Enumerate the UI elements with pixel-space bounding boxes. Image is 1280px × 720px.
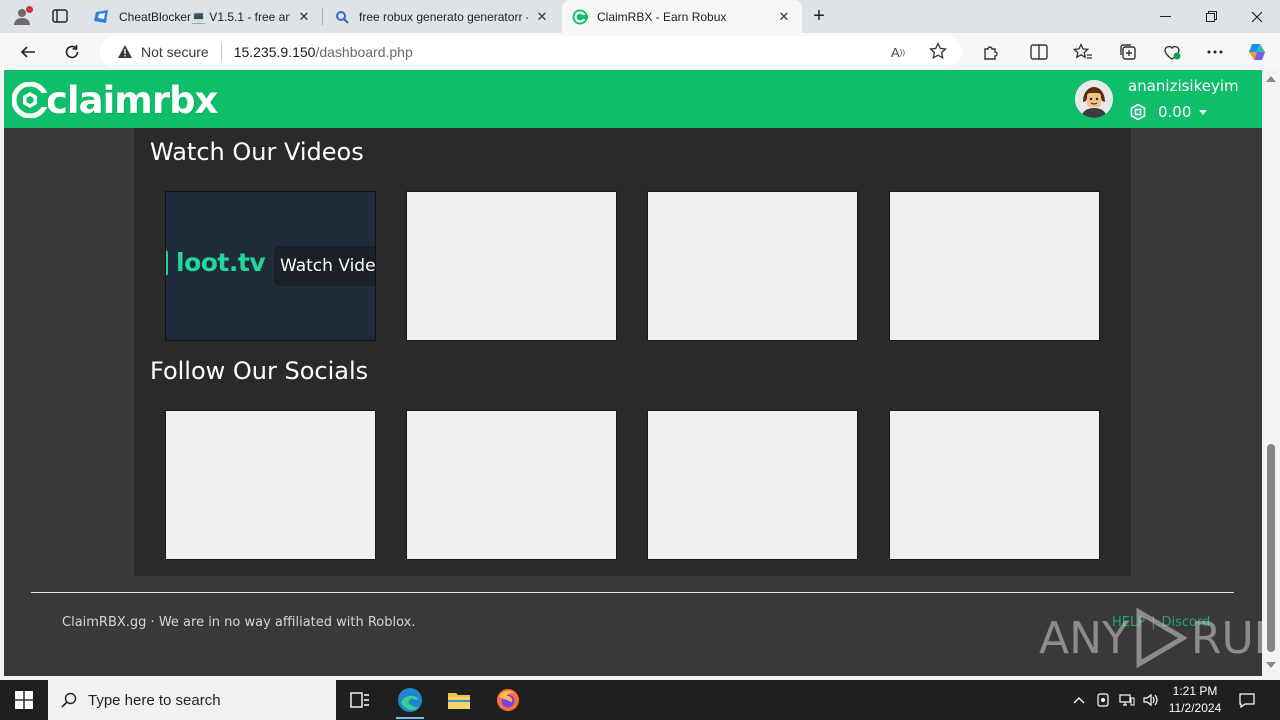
page-scrollbar[interactable] bbox=[1262, 70, 1280, 676]
scrollbar-thumb[interactable] bbox=[1267, 444, 1275, 652]
restore-button[interactable] bbox=[1188, 0, 1234, 33]
clock-time: 1:21 PM bbox=[1172, 684, 1218, 698]
social-card[interactable] bbox=[647, 410, 858, 560]
firefox-icon[interactable] bbox=[484, 680, 532, 720]
footer-disclaimer: ClaimRBX.gg · We are in no way affiliate… bbox=[62, 615, 416, 630]
address-separator bbox=[220, 42, 222, 61]
discord-link[interactable]: Discord bbox=[1161, 615, 1210, 630]
tray-overflow-icon[interactable] bbox=[1070, 680, 1088, 720]
social-card[interactable] bbox=[165, 410, 376, 560]
search-placeholder: Type here to search bbox=[88, 691, 221, 709]
logo-wordmark: claimrbx bbox=[46, 78, 218, 122]
network-icon[interactable] bbox=[1117, 680, 1137, 720]
video-card[interactable] bbox=[406, 191, 617, 341]
tab-title: free robux generato generatorr - bbox=[359, 9, 528, 24]
avatar[interactable] bbox=[1075, 80, 1113, 118]
main-content-panel: Watch Our Videos loot.tv Watch Video Fol… bbox=[134, 128, 1131, 576]
favorite-star-icon[interactable] bbox=[928, 41, 948, 61]
watch-video-button[interactable]: Watch Video bbox=[274, 246, 375, 286]
footer-links: HELP | Discord bbox=[1112, 615, 1210, 630]
videos-section-title: Watch Our Videos bbox=[150, 138, 364, 166]
video-card[interactable] bbox=[647, 191, 858, 341]
collections-icon[interactable] bbox=[1114, 38, 1142, 66]
cheatblocker-favicon-icon bbox=[94, 9, 110, 25]
copilot-icon[interactable] bbox=[1243, 38, 1271, 66]
social-card[interactable] bbox=[406, 410, 617, 560]
address-bar[interactable]: Not secure 15.235.9.150/dashboard.php A)… bbox=[100, 36, 962, 67]
browser-tab-strip: CheatBlocker💻 V1.5.1 - free and ✕ free r… bbox=[0, 0, 1280, 33]
browser-essentials-icon[interactable] bbox=[1158, 38, 1186, 66]
chevron-down-icon bbox=[1199, 109, 1208, 115]
tab-title: CheatBlocker💻 V1.5.1 - free and bbox=[119, 9, 290, 24]
tab-separator bbox=[322, 8, 323, 25]
back-button[interactable] bbox=[14, 38, 42, 66]
minimize-button[interactable] bbox=[1142, 0, 1188, 33]
help-link[interactable]: HELP bbox=[1112, 615, 1145, 630]
security-label[interactable]: Not secure bbox=[141, 44, 209, 60]
device-icon[interactable] bbox=[1094, 680, 1112, 720]
loot-tv-logo-mark bbox=[166, 249, 168, 276]
scroll-down-arrow-icon[interactable] bbox=[1266, 662, 1276, 668]
notification-dot bbox=[26, 6, 33, 13]
more-menu-icon[interactable] bbox=[1201, 38, 1229, 66]
windows-taskbar: Type here to search 1:21 PM 11/2/2024 bbox=[0, 680, 1280, 720]
warning-icon[interactable] bbox=[117, 44, 133, 60]
extensions-icon[interactable] bbox=[977, 38, 1005, 66]
balance-value: 0.00 bbox=[1158, 103, 1192, 121]
close-tab-icon[interactable]: ✕ bbox=[296, 9, 312, 25]
close-tab-icon[interactable]: ✕ bbox=[534, 9, 550, 25]
close-tab-icon[interactable]: ✕ bbox=[776, 9, 792, 25]
social-card[interactable] bbox=[889, 410, 1100, 560]
tab-actions-icon[interactable] bbox=[46, 5, 74, 27]
new-tab-button[interactable]: + bbox=[806, 4, 832, 28]
close-window-button[interactable] bbox=[1234, 0, 1280, 33]
browser-toolbar: Not secure 15.235.9.150/dashboard.php A)… bbox=[0, 33, 1280, 70]
tab-title: ClaimRBX - Earn Robux bbox=[597, 9, 727, 24]
site-header: claimrbx ananizisikeyim 0.00 bbox=[4, 70, 1262, 128]
search-icon bbox=[60, 691, 78, 709]
edge-taskbar-icon[interactable] bbox=[386, 680, 434, 720]
balance-dropdown[interactable]: 0.00 bbox=[1130, 103, 1208, 121]
claimrbx-favicon-icon bbox=[572, 9, 588, 25]
tab-cheatblocker[interactable]: CheatBlocker💻 V1.5.1 - free and ✕ bbox=[84, 0, 322, 33]
tab-robux-search[interactable]: free robux generato generatorr - ✕ bbox=[324, 0, 560, 33]
video-card[interactable] bbox=[889, 191, 1100, 341]
profile-icon[interactable] bbox=[8, 4, 36, 28]
scroll-up-arrow-icon[interactable] bbox=[1266, 76, 1276, 82]
search-favicon-icon bbox=[334, 9, 350, 25]
username[interactable]: ananizisikeyim bbox=[1128, 77, 1239, 95]
windows-logo-icon bbox=[15, 691, 33, 709]
claimrbx-logo[interactable]: claimrbx bbox=[12, 77, 218, 123]
volume-icon[interactable] bbox=[1141, 680, 1161, 720]
clock-date: 11/2/2024 bbox=[1168, 701, 1222, 715]
file-explorer-icon[interactable] bbox=[435, 680, 483, 720]
claimrbx-logo-icon bbox=[12, 82, 48, 118]
robux-coin-icon bbox=[1130, 104, 1146, 120]
start-button[interactable] bbox=[0, 680, 48, 720]
footer-divider bbox=[31, 592, 1234, 593]
system-clock[interactable]: 1:21 PM 11/2/2024 bbox=[1160, 683, 1230, 717]
taskbar-search-box[interactable]: Type here to search bbox=[48, 680, 336, 720]
read-aloud-icon[interactable]: A)) bbox=[888, 42, 908, 62]
page-viewport: claimrbx ananizisikeyim 0.00 Watch Our V… bbox=[4, 70, 1262, 676]
tab-claimrbx[interactable]: ClaimRBX - Earn Robux ✕ bbox=[562, 0, 802, 33]
split-screen-icon[interactable] bbox=[1025, 38, 1053, 66]
loot-tv-logo: loot.tv bbox=[166, 248, 266, 277]
url-host: 15.235.9.150 bbox=[233, 43, 316, 60]
loot-tv-logo-text: loot.tv bbox=[176, 248, 266, 277]
favorites-icon[interactable] bbox=[1069, 38, 1097, 66]
link-separator: | bbox=[1151, 615, 1156, 630]
video-card-loot-tv[interactable]: loot.tv Watch Video bbox=[165, 191, 376, 341]
notifications-icon[interactable] bbox=[1236, 680, 1258, 720]
url-path: /dashboard.php bbox=[315, 43, 413, 60]
socials-section-title: Follow Our Socials bbox=[150, 357, 369, 385]
task-view-icon[interactable] bbox=[336, 680, 384, 720]
refresh-button[interactable] bbox=[58, 38, 86, 66]
